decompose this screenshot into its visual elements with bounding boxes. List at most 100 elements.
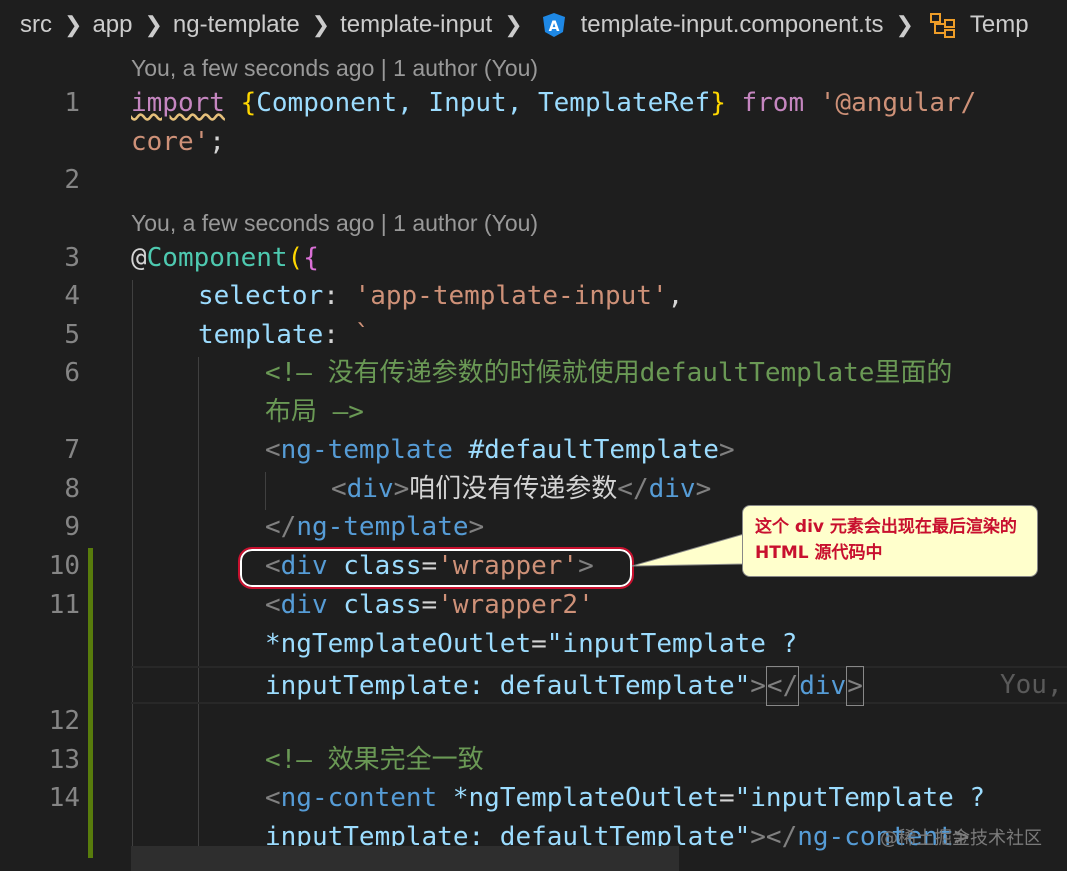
code-token: #defaultTemplate: [452, 435, 719, 465]
line-number: 6: [64, 358, 80, 388]
code-token: <: [331, 474, 347, 504]
code-token: Component, Input, TemplateRef: [256, 88, 711, 118]
code-comment: 布局 —>: [265, 397, 364, 427]
code-token: "inputTemplate ?: [734, 783, 986, 813]
code-token: </: [765, 666, 800, 706]
code-token: <: [265, 783, 281, 813]
code-token: `: [354, 320, 371, 350]
code-token: >: [846, 666, 864, 706]
code-token: {: [303, 243, 319, 273]
code-token: ng-content: [280, 783, 438, 813]
code-token: div: [648, 474, 696, 504]
line-number: 10: [48, 551, 80, 581]
code-token: "inputTemplate ?: [546, 629, 798, 659]
indent-guide: [198, 357, 199, 871]
code-token: 咱们没有传递参数: [409, 474, 618, 504]
code-token: selector: [198, 281, 324, 311]
code-line[interactable]: <ng-content *ngTemplateOutlet="inputTemp…: [265, 779, 985, 817]
line-number: 13: [48, 745, 80, 775]
code-token: *ngTemplateOutlet: [265, 629, 532, 659]
line-number: 11: [48, 590, 80, 620]
code-line[interactable]: <!— 没有传递参数的时候就使用defaultTemplate里面的: [265, 354, 952, 392]
chevron-right-icon: ❯: [64, 12, 83, 37]
breadcrumb-item[interactable]: app: [92, 11, 132, 39]
breadcrumb-item[interactable]: src: [20, 11, 52, 39]
callout-pointer: [631, 533, 745, 567]
indent-guide: [265, 472, 266, 510]
code-token: ;: [209, 127, 225, 157]
codelens-blame[interactable]: You, a few seconds ago | 1 author (You): [131, 55, 538, 82]
line-number: 8: [64, 474, 80, 504]
line-number: 5: [64, 320, 80, 350]
code-token: >: [750, 822, 766, 852]
code-token: (: [287, 243, 304, 273]
svg-text:A: A: [548, 19, 559, 35]
code-token: </: [265, 512, 297, 542]
inline-blame: You,: [1000, 670, 1063, 700]
code-token: @: [131, 243, 147, 273]
code-line[interactable]: template: `: [198, 316, 370, 354]
line-number: 2: [64, 165, 80, 195]
code-token: }: [710, 88, 726, 118]
code-token: ,: [667, 281, 684, 311]
code-line-wrap[interactable]: *ngTemplateOutlet="inputTemplate ?: [265, 625, 797, 663]
code-token: *ngTemplateOutlet: [437, 783, 719, 813]
chevron-right-icon: ❯: [311, 12, 331, 37]
indent-guide: [132, 280, 133, 871]
code-token: Component: [146, 243, 288, 273]
code-token: :: [323, 320, 355, 350]
code-line[interactable]: <!— 效果完全一致: [265, 741, 484, 779]
code-token: ng-template: [296, 512, 469, 542]
code-token: import: [131, 88, 225, 118]
code-token: class: [327, 590, 422, 620]
code-token: >: [718, 435, 735, 465]
code-line[interactable]: import {Component, Input, TemplateRef} f…: [131, 84, 976, 122]
line-number: 4: [64, 281, 80, 311]
code-comment: <!— 效果完全一致: [265, 745, 484, 775]
code-token: div: [280, 590, 328, 620]
code-line[interactable]: </ng-template>: [265, 508, 484, 546]
symbol-class-icon: [929, 13, 955, 38]
code-line[interactable]: selector: 'app-template-input',: [198, 277, 683, 315]
code-line[interactable]: <div>咱们没有传递参数</div>: [331, 470, 711, 508]
line-number: 1: [64, 88, 80, 118]
breadcrumb-item[interactable]: template-input: [340, 11, 492, 39]
line-number: 7: [64, 435, 80, 465]
code-token: inputTemplate: defaultTemplate": [265, 671, 751, 701]
code-line[interactable]: <ng-template #defaultTemplate>: [265, 431, 735, 469]
code-token: <: [265, 435, 281, 465]
code-line[interactable]: @Component({: [131, 239, 319, 277]
code-token: core': [131, 127, 210, 157]
breadcrumb-item[interactable]: ng-template: [173, 11, 300, 39]
code-token: from: [741, 88, 805, 118]
watermark: @稀土掘金技术社区: [880, 828, 1042, 849]
gutter-change-marker: [88, 548, 93, 858]
code-token: ng-template: [280, 435, 453, 465]
code-token: {: [240, 88, 257, 118]
breadcrumb-symbol[interactable]: Temp: [970, 11, 1029, 39]
code-token: div: [346, 474, 394, 504]
code-token: >: [393, 474, 410, 504]
codelens-blame[interactable]: You, a few seconds ago | 1 author (You): [131, 210, 538, 237]
code-token: '@angular/: [819, 88, 977, 118]
code-comment: <!— 没有传递参数的时候就使用defaultTemplate里面的: [265, 358, 953, 388]
chevron-right-icon: ❯: [144, 12, 163, 37]
breadcrumb-file[interactable]: template-input.component.ts: [581, 11, 884, 39]
highlight-oval: [238, 547, 634, 589]
code-token: >: [695, 474, 712, 504]
code-line[interactable]: <div class='wrapper2': [265, 586, 594, 624]
line-number: 14: [48, 783, 80, 813]
code-line-wrap[interactable]: inputTemplate: defaultTemplate"></div>: [265, 666, 864, 706]
horizontal-scrollbar[interactable]: [131, 846, 679, 871]
callout-annotation: 这个 div 元素会出现在最后渲染的 HTML 源代码中: [742, 505, 1038, 577]
chevron-right-icon: ❯: [504, 12, 523, 37]
line-number: 3: [64, 243, 80, 273]
code-line-wrap[interactable]: core';: [131, 123, 225, 161]
code-token: =: [718, 783, 735, 813]
code-line-wrap[interactable]: 布局 —>: [265, 393, 364, 431]
code-token: <: [265, 590, 281, 620]
code-token: div: [799, 671, 847, 701]
line-number: 12: [48, 706, 80, 736]
code-token: >: [468, 512, 485, 542]
code-token: =: [531, 629, 547, 659]
